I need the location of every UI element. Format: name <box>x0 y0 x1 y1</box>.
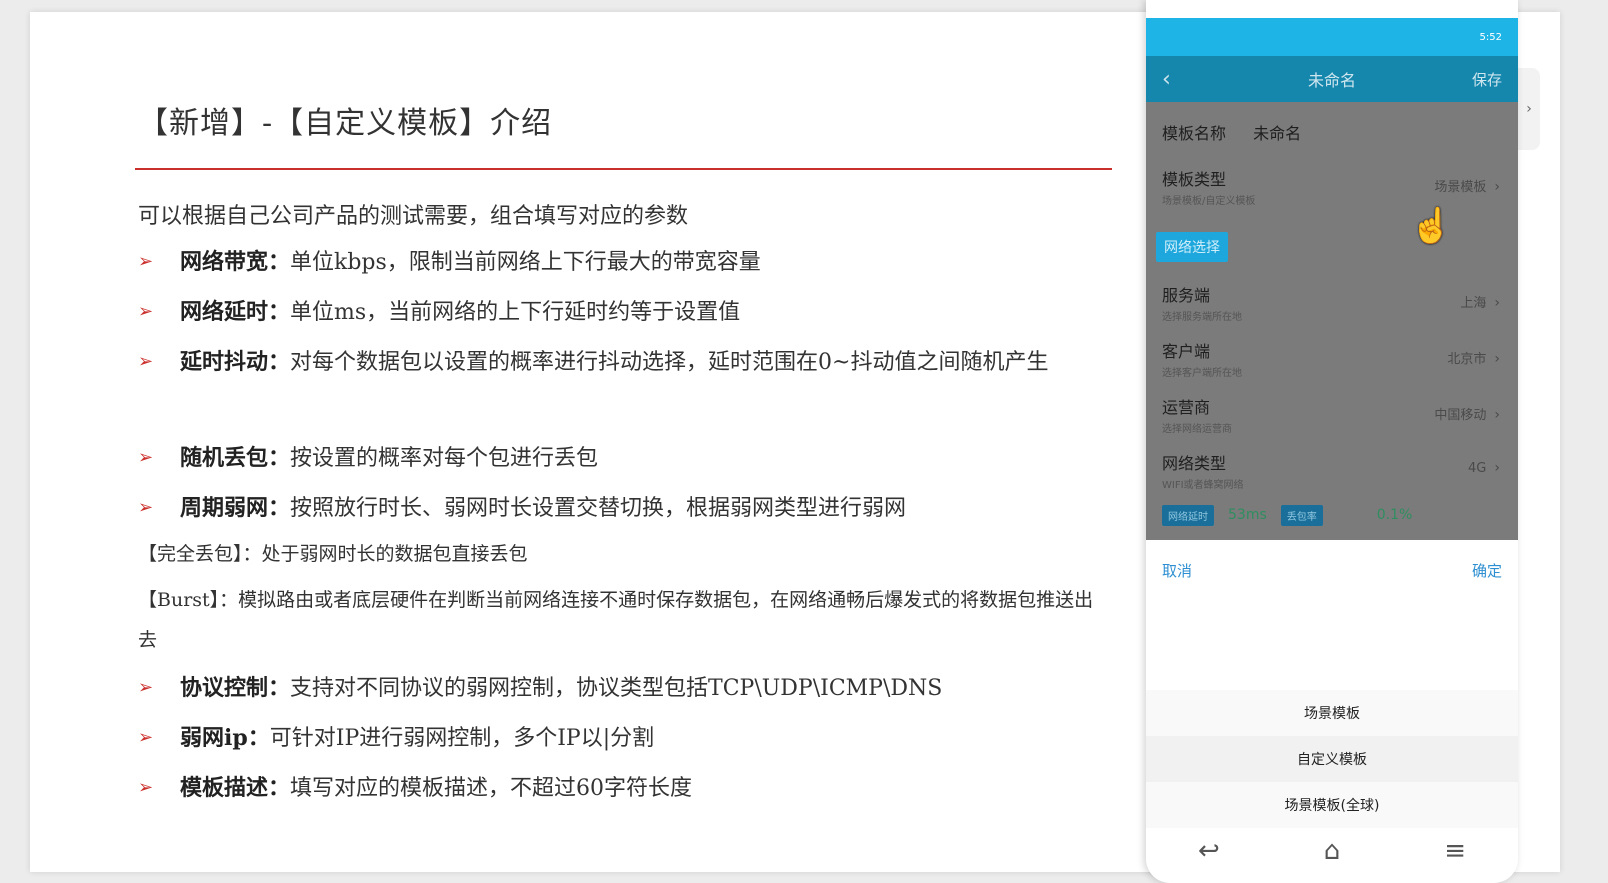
confirm-button[interactable]: 确定 <box>1472 560 1502 581</box>
phone-preview: 5:52 ‹ 未命名 保存 模板名称 未命名 模板类型 场景模板/自定义模板 场… <box>1146 0 1518 883</box>
bullet-arrow-icon: ➢ <box>138 251 154 272</box>
template-name-value[interactable]: 未命名 <box>1253 124 1301 143</box>
expand-panel-tab[interactable]: › <box>1518 68 1540 150</box>
hand-cursor-icon: ☝ <box>1410 206 1453 246</box>
bullet-label: 延时抖动： <box>180 349 291 375</box>
template-type-value: 场景模板 <box>1434 180 1487 195</box>
bullet-random-loss: ➢ 随机丢包：按设置的概率对每个包进行丢包 <box>138 436 1088 481</box>
cancel-button[interactable]: 取消 <box>1162 560 1192 581</box>
template-name-label: 模板名称 <box>1162 124 1227 143</box>
title-divider <box>135 168 1112 170</box>
bullet-arrow-icon: ➢ <box>138 677 154 698</box>
sheet-option-scene[interactable]: 场景模板 <box>1146 690 1518 736</box>
bullet-arrow-icon: ➢ <box>138 447 154 468</box>
carrier-row[interactable]: 运营商 选择网络运营商 中国移动 › <box>1146 394 1518 435</box>
nav-back-icon[interactable]: ↩ <box>1198 836 1220 866</box>
bullet-label: 网络延时： <box>180 299 291 325</box>
note-burst: 【Burst】：模拟路由或者底层硬件在判断当前网络连接不通时保存数据包，在网络通… <box>138 589 1094 651</box>
chevron-right-icon: › <box>1526 101 1532 117</box>
loss-value: 0.1% <box>1376 507 1413 523</box>
sheet-option-custom[interactable]: 自定义模板 <box>1146 736 1518 782</box>
bullet-bandwidth: ➢ 网络带宽：单位kbps，限制当前网络上下行最大的带宽容量 <box>138 240 1088 285</box>
network-type-row[interactable]: 网络类型 WIFI或者蜂窝网络 4G › <box>1146 450 1518 491</box>
bullet-arrow-icon: ➢ <box>138 301 154 322</box>
nav-home-icon[interactable]: ⌂ <box>1324 836 1341 866</box>
status-time: 5:52 <box>1479 31 1502 43</box>
bullet-label: 弱网ip： <box>180 725 270 751</box>
bullet-arrow-icon: ➢ <box>138 497 154 518</box>
bullet-text: 支持对不同协议的弱网控制，协议类型包括TCP\UDP\ICMP\DNS <box>290 676 943 701</box>
delay-chip: 网络延时 <box>1162 504 1214 526</box>
app-bar: ‹ 未命名 保存 <box>1146 56 1518 102</box>
network-type-label: 网络类型 <box>1162 454 1227 473</box>
network-type-sub: WIFI或者蜂窝网络 <box>1162 480 1244 491</box>
network-select-chip[interactable]: 网络选择 <box>1156 232 1228 262</box>
server-row[interactable]: 服务端 选择服务端所在地 上海 › <box>1146 282 1518 323</box>
bullet-text: 可针对IP进行弱网控制，多个IP以|分割 <box>269 726 655 751</box>
delay-value: 53ms <box>1228 507 1267 523</box>
back-icon[interactable]: ‹ <box>1162 67 1171 92</box>
chevron-right-icon: › <box>1494 351 1500 367</box>
client-row[interactable]: 客户端 选择客户端所在地 北京市 › <box>1146 338 1518 379</box>
server-value: 上海 <box>1460 296 1487 311</box>
nav-menu-icon[interactable]: ≡ <box>1444 836 1466 866</box>
bullet-jitter: ➢ 延时抖动：对每个数据包以设置的概率进行抖动选择，延时范围在0~抖动值之间随机… <box>138 340 1088 385</box>
network-type-value: 4G <box>1468 461 1487 476</box>
app-bar-title: 未命名 <box>1307 71 1356 90</box>
bullet-label: 协议控制： <box>180 675 291 701</box>
loss-chip: 丢包率 <box>1280 504 1323 526</box>
bullet-protocol: ➢ 协议控制：支持对不同协议的弱网控制，协议类型包括TCP\UDP\ICMP\D… <box>138 666 1088 711</box>
slide-intro: 可以根据自己公司产品的测试需要，组合填写对应的参数 <box>138 204 689 229</box>
server-label: 服务端 <box>1162 286 1211 305</box>
dimmed-form: 模板名称 未命名 模板类型 场景模板/自定义模板 场景模板 › 网络选择 服务端 … <box>1146 102 1518 540</box>
bullet-arrow-icon: ➢ <box>138 777 154 798</box>
note-full-drop: 【完全丢包】：处于弱网时长的数据包直接丢包 <box>138 543 528 565</box>
bullet-label: 随机丢包： <box>180 445 291 471</box>
template-type-row[interactable]: 模板类型 场景模板/自定义模板 场景模板 › <box>1146 166 1518 207</box>
server-sub: 选择服务端所在地 <box>1162 312 1242 323</box>
system-nav-bar: ↩ ⌂ ≡ <box>1146 819 1518 883</box>
bullet-text: 填写对应的模板描述，不超过60字符长度 <box>290 776 693 801</box>
chevron-right-icon: › <box>1494 460 1500 476</box>
bullet-text: 单位ms，当前网络的上下行延时约等于设置值 <box>290 300 741 325</box>
save-button[interactable]: 保存 <box>1472 69 1502 90</box>
bullet-text: 单位kbps，限制当前网络上下行最大的带宽容量 <box>290 250 761 275</box>
bullet-label: 模板描述： <box>180 775 291 801</box>
carrier-value: 中国移动 <box>1434 408 1487 423</box>
template-type-sheet: 场景模板 自定义模板 场景模板(全球) <box>1146 690 1518 828</box>
chevron-right-icon: › <box>1494 295 1500 311</box>
bullet-weak-ip: ➢ 弱网ip：可针对IP进行弱网控制，多个IP以|分割 <box>138 716 1088 761</box>
stats-row: 网络延时 53ms 丢包率 0.1% <box>1146 500 1518 530</box>
status-bar: 5:52 <box>1146 18 1518 56</box>
bullet-template-desc: ➢ 模板描述：填写对应的模板描述，不超过60字符长度 <box>138 766 1088 811</box>
bullet-label: 周期弱网： <box>180 495 291 521</box>
bullet-periodic-weak: ➢ 周期弱网：按照放行时长、弱网时长设置交替切换，根据弱网类型进行弱网 <box>138 486 1088 531</box>
bullet-text: 对每个数据包以设置的概率进行抖动选择，延时范围在0~抖动值之间随机产生 <box>290 350 1049 375</box>
client-value: 北京市 <box>1447 352 1487 367</box>
bullet-label: 网络带宽： <box>180 249 291 275</box>
chevron-right-icon: › <box>1494 179 1500 195</box>
template-name-row[interactable]: 模板名称 未命名 <box>1146 120 1518 144</box>
bullet-arrow-icon: ➢ <box>138 727 154 748</box>
slide-title: 【新增】-【自定义模板】介绍 <box>138 106 553 141</box>
chevron-right-icon: › <box>1494 407 1500 423</box>
bullet-text: 按照放行时长、弱网时长设置交替切换，根据弱网类型进行弱网 <box>290 496 907 521</box>
bullet-text: 按设置的概率对每个包进行丢包 <box>290 446 599 471</box>
bullet-arrow-icon: ➢ <box>138 351 154 372</box>
bullet-latency: ➢ 网络延时：单位ms，当前网络的上下行延时约等于设置值 <box>138 290 1088 335</box>
